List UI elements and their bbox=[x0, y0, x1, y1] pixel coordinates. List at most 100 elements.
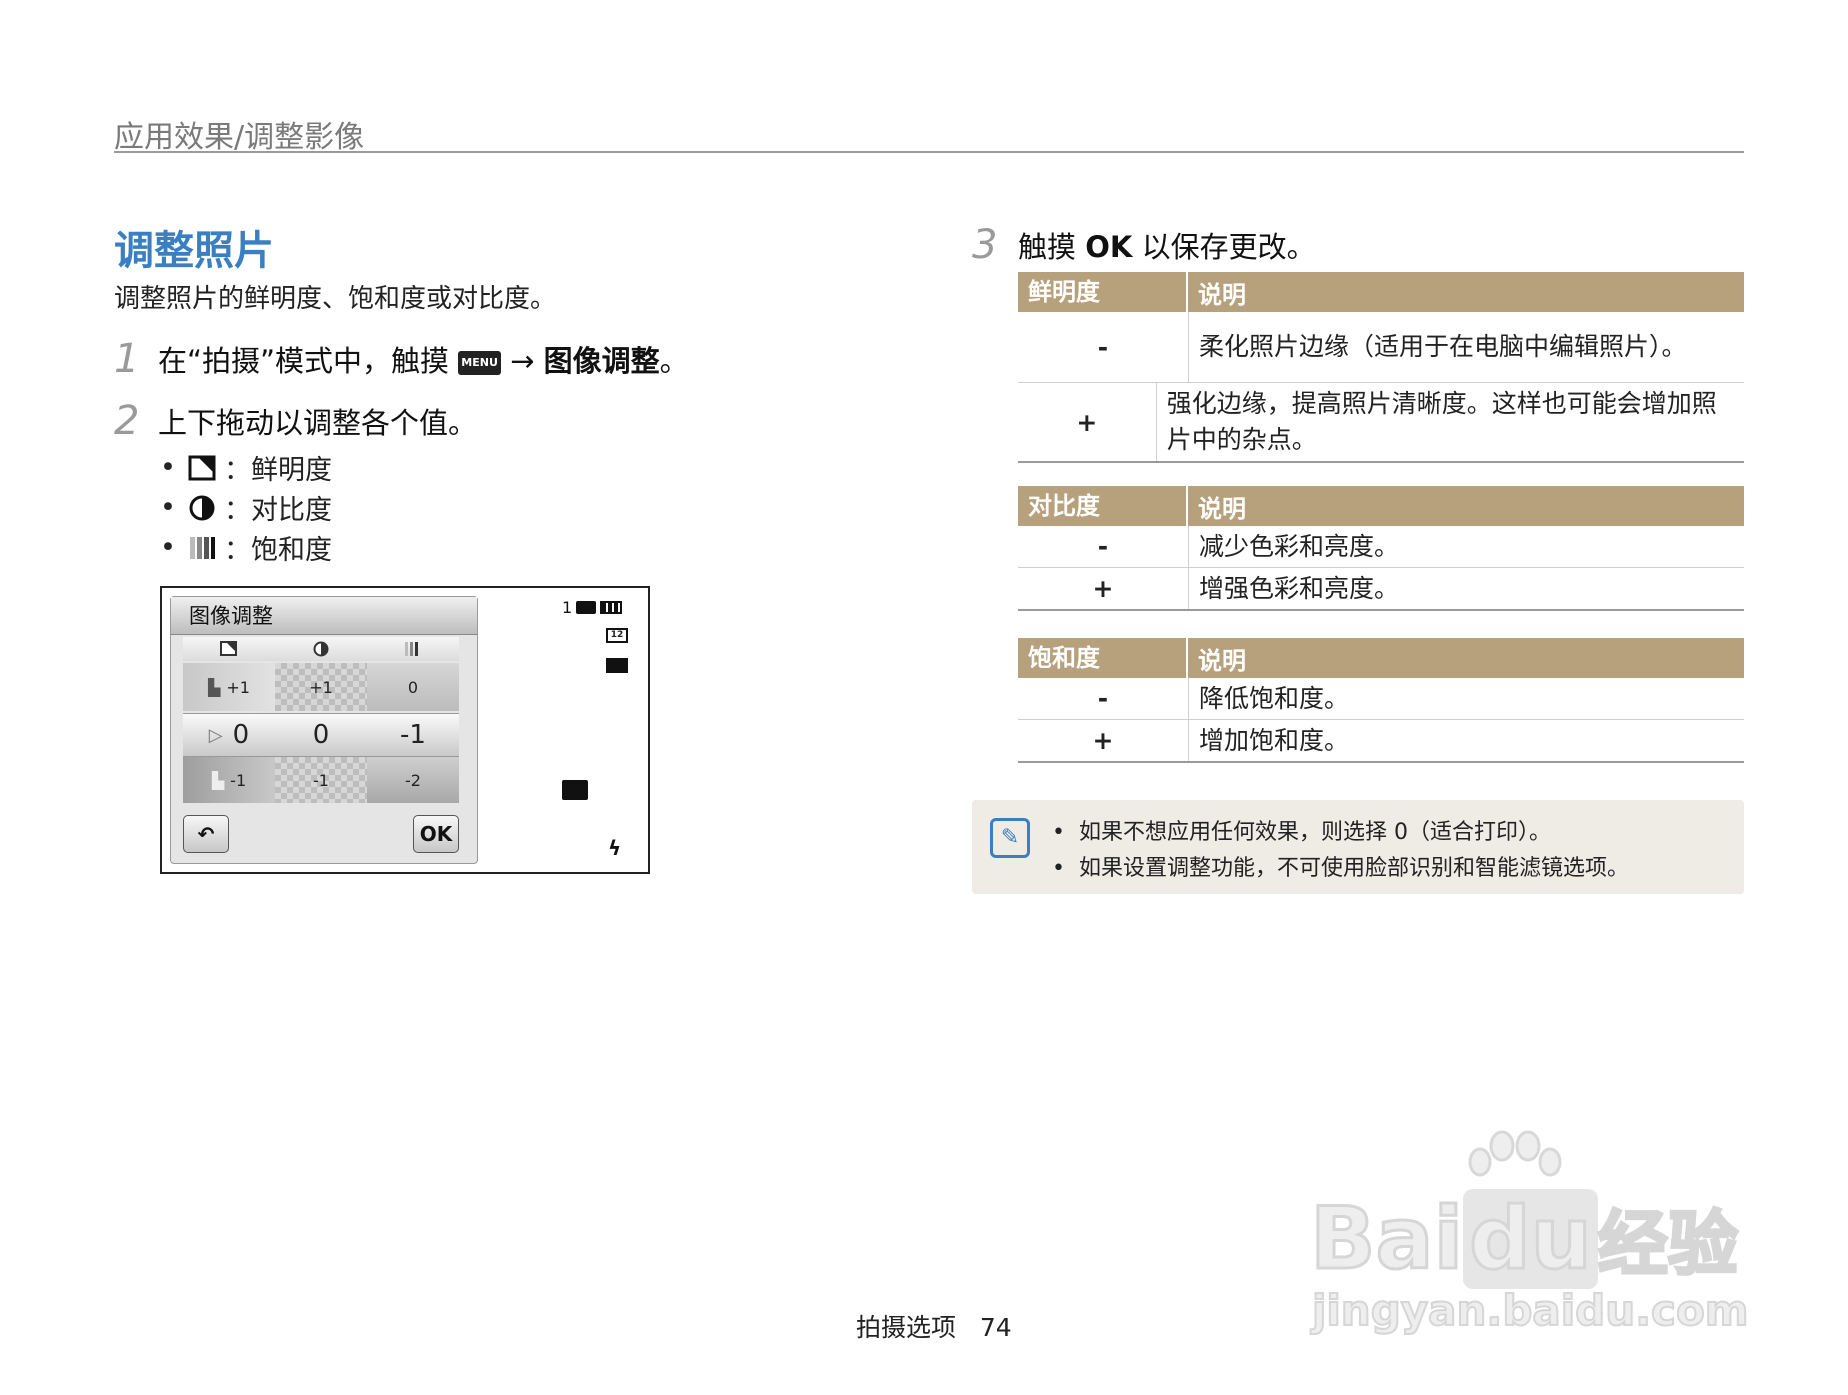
table-header-cell: 说明 bbox=[1198, 646, 1246, 675]
step-1-post: 。 bbox=[659, 344, 689, 378]
resolution-icon: 12 bbox=[606, 628, 628, 643]
sharpness-icon bbox=[188, 455, 218, 481]
paw-icon bbox=[1460, 1130, 1570, 1190]
value-cell: 0 bbox=[367, 663, 459, 711]
back-button[interactable]: ↶ bbox=[183, 815, 229, 853]
table-header-cell: 说明 bbox=[1198, 494, 1246, 523]
breadcrumb: 应用效果/调整影像 bbox=[114, 120, 365, 155]
note-box: ✎ • 如果不想应用任何效果，则选择 0（适合打印）。 • 如果设置调整功能，不… bbox=[972, 800, 1744, 894]
step-text: 在“拍摄”模式中，触摸 MENU → 图像调整。 bbox=[158, 338, 689, 380]
table-header: 对比度 说明 bbox=[1018, 486, 1744, 526]
watermark-cn: 经验 bbox=[1596, 1202, 1739, 1287]
table-value: 减少色彩和亮度。 bbox=[1199, 531, 1400, 561]
value-cell: -1 bbox=[400, 720, 426, 750]
flash-auto-icon: ϟ bbox=[608, 836, 622, 860]
saturation-icon bbox=[367, 637, 459, 661]
step-text: 上下拖动以调整各个值。 bbox=[158, 406, 478, 440]
table-row: + 强化边缘，提高照片清晰度。这样也可能会增加照片中的杂点。 bbox=[1018, 383, 1744, 463]
step-3-pre: 触摸 bbox=[1018, 230, 1077, 264]
table-header-cell: 对比度 bbox=[1018, 486, 1188, 526]
value-cell: ▙ +1 bbox=[183, 663, 275, 711]
bullet-dot: • bbox=[160, 532, 176, 563]
table-row: + 增加饱和度。 bbox=[1018, 720, 1744, 763]
table-key: - bbox=[1018, 678, 1189, 719]
watermark-brand: Bai bbox=[1308, 1188, 1464, 1291]
note-line: • 如果设置调整功能，不可使用脸部识别和智能滤镜选项。 bbox=[1052, 856, 1629, 881]
saturation-icon bbox=[188, 535, 218, 561]
back-arrow-icon: ↶ bbox=[197, 822, 215, 846]
metering-icon bbox=[606, 658, 628, 673]
note-text: 如果不想应用任何效果，则选择 0（适合打印）。 bbox=[1078, 820, 1551, 845]
saturation-table: 饱和度 说明 - 降低饱和度。 + 增加饱和度。 bbox=[1018, 638, 1744, 763]
step-2: 2 上下拖动以调整各个值。 bbox=[114, 398, 477, 444]
table-header-cell: 说明 bbox=[1198, 280, 1246, 309]
watermark-brand2: du bbox=[1463, 1188, 1598, 1291]
table-header: 饱和度 说明 bbox=[1018, 638, 1744, 678]
sharpness-mini-icon: ▙ bbox=[211, 770, 225, 790]
contrast-table: 对比度 说明 - 减少色彩和亮度。 + 增强色彩和亮度。 bbox=[1018, 486, 1744, 611]
battery-icon bbox=[600, 601, 623, 614]
selection-arrow-icon: ▷ bbox=[208, 724, 223, 746]
table-header: 鲜明度 说明 bbox=[1018, 272, 1744, 312]
watermark-logo: Baidu经验 bbox=[1308, 1188, 1739, 1291]
value-cell: +1 bbox=[275, 663, 367, 711]
image-adjust-panel: 图像调整 ▙ +1 +1 0 ▷ 0 0 -1 ▙ -1 -1 -2 ↶ OK bbox=[170, 596, 478, 864]
value-row-bottom[interactable]: ▙ -1 -1 -2 bbox=[183, 757, 459, 803]
value-cell: -2 bbox=[367, 757, 459, 803]
status-bar: 1 bbox=[562, 598, 623, 617]
table-header-cell: 鲜明度 bbox=[1018, 272, 1188, 312]
arrow-icon: → bbox=[510, 344, 535, 378]
shots-count: 1 bbox=[562, 598, 573, 617]
page-number: 74 bbox=[979, 1313, 1012, 1342]
table-value: 增强色彩和亮度。 bbox=[1199, 573, 1400, 603]
footer-section: 拍摄选项 bbox=[856, 1313, 957, 1342]
bullet-dot: • bbox=[160, 492, 176, 523]
section-description: 调整照片的鲜明度、饱和度或对比度。 bbox=[114, 284, 557, 314]
panel-title: 图像调整 bbox=[171, 597, 477, 635]
menu-icon: MENU bbox=[458, 351, 501, 375]
page-footer: 拍摄选项 74 bbox=[856, 1308, 1012, 1344]
bullet-contrast: • ：对比度 bbox=[160, 488, 332, 527]
value-cell: ▷ 0 bbox=[183, 714, 275, 756]
note-text: 如果设置调整功能，不可使用脸部识别和智能滤镜选项。 bbox=[1078, 856, 1629, 881]
value-label: -1 bbox=[230, 770, 247, 790]
table-key: + bbox=[1018, 383, 1157, 461]
bullet-label: ：鲜明度 bbox=[224, 455, 332, 486]
bullet-label: ：饱和度 bbox=[224, 535, 332, 566]
table-row: + 增强色彩和亮度。 bbox=[1018, 568, 1744, 611]
table-row: - 减少色彩和亮度。 bbox=[1018, 526, 1744, 568]
watermark-url: jingyan.baidu.com bbox=[1311, 1285, 1750, 1336]
table-header-cell: 饱和度 bbox=[1018, 638, 1188, 678]
sharpness-icon bbox=[183, 637, 275, 661]
step-number: 2 bbox=[114, 398, 140, 444]
camera-screen: 图像调整 ▙ +1 +1 0 ▷ 0 0 -1 ▙ -1 -1 -2 ↶ OK 1 1… bbox=[160, 586, 650, 874]
note-line: • 如果不想应用任何效果，则选择 0（适合打印）。 bbox=[1052, 820, 1551, 845]
header-divider bbox=[114, 151, 1744, 153]
bullet-sharpness: • ：鲜明度 bbox=[160, 448, 332, 487]
step-1-pre: 在“拍摄”模式中，触摸 bbox=[158, 344, 450, 378]
table-key: + bbox=[1018, 568, 1189, 609]
table-key: - bbox=[1018, 312, 1189, 382]
baidu-watermark: Baidu经验 jingyan.baidu.com bbox=[1308, 1130, 1750, 1336]
step-1: 1 在“拍摄”模式中，触摸 MENU → 图像调整。 bbox=[114, 336, 689, 382]
step-1-bold: 图像调整 bbox=[543, 344, 660, 378]
value-label: 0 bbox=[232, 720, 250, 750]
table-value: 降低饱和度。 bbox=[1199, 683, 1350, 713]
value-cell: 0 bbox=[312, 720, 330, 750]
image-quality-icon bbox=[562, 780, 588, 800]
value-label: +1 bbox=[226, 677, 250, 697]
sharpness-table: 鲜明度 说明 - 柔化照片边缘（适用于在电脑中编辑照片）。 + 强化边缘，提高照… bbox=[1018, 272, 1744, 463]
value-cell: ▙ -1 bbox=[183, 757, 275, 803]
bullet-dot: • bbox=[160, 452, 176, 483]
step-number: 3 bbox=[972, 222, 998, 268]
step-text: 触摸 OK 以保存更改。 bbox=[1018, 224, 1316, 266]
value-cell: -1 bbox=[275, 757, 367, 803]
value-row-selected[interactable]: ▷ 0 0 -1 bbox=[183, 713, 459, 757]
table-key: + bbox=[1018, 720, 1189, 761]
sharpness-mini-icon: ▙ bbox=[208, 677, 221, 697]
table-key: - bbox=[1018, 526, 1189, 567]
step-3-bold: OK bbox=[1085, 230, 1133, 264]
ok-button[interactable]: OK bbox=[413, 815, 459, 853]
value-row-top[interactable]: ▙ +1 +1 0 bbox=[183, 663, 459, 711]
contrast-icon bbox=[275, 637, 367, 661]
